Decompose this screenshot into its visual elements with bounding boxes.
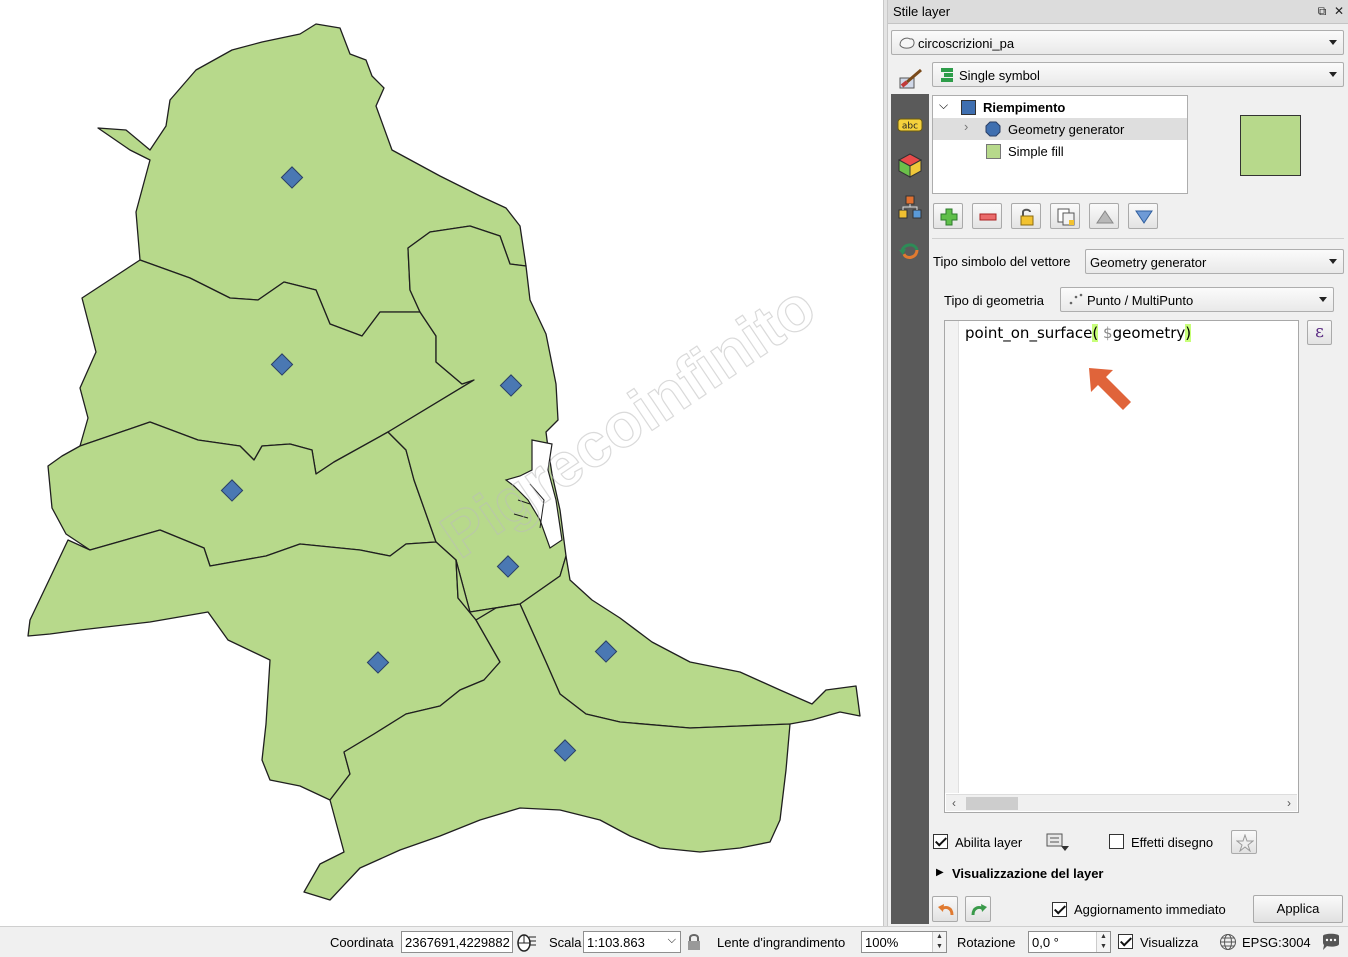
expression-builder-button[interactable]: ε: [1307, 320, 1332, 345]
live-update-checkbox[interactable]: [1052, 902, 1067, 917]
scroll-left-icon[interactable]: ‹: [952, 796, 956, 810]
layer-select[interactable]: circoscrizioni_pa: [891, 30, 1344, 55]
mouse-coordinate-toggle-icon[interactable]: [515, 933, 537, 953]
float-icon[interactable]: ⧉: [1314, 3, 1330, 19]
fill-symbol-icon: [961, 100, 976, 115]
tree-item-fill[interactable]: ⌵ Riempimento: [933, 96, 1187, 118]
move-up-button[interactable]: [1089, 203, 1119, 229]
simple-fill-icon: [986, 144, 1001, 159]
remove-symbol-layer-button[interactable]: [972, 203, 1002, 229]
divider: [932, 238, 1344, 239]
diagram-icon[interactable]: [897, 194, 923, 220]
polygon-layer-icon: [899, 37, 915, 49]
labels-abc-icon[interactable]: abc: [897, 112, 923, 138]
undo-button[interactable]: [932, 896, 958, 922]
magnifier-field[interactable]: 100% ▲ ▼: [861, 931, 947, 953]
draw-effects-checkbox[interactable]: [1109, 834, 1124, 849]
scale-label: Scala: [549, 935, 582, 950]
crs-label[interactable]: EPSG:3004: [1242, 935, 1311, 950]
rotation-field[interactable]: 0,0 ° ▲ ▼: [1028, 931, 1111, 953]
render-checkbox[interactable]: [1118, 934, 1133, 949]
annotation-arrow-icon: [1089, 368, 1131, 410]
layer-rendering-section[interactable]: Visualizzazione del layer: [952, 866, 1104, 881]
map-render: Pigrecoinfinito: [27, 23, 861, 901]
history-icon[interactable]: [897, 238, 923, 264]
render-label: Visualizza: [1140, 935, 1199, 950]
panel-titlebar: Stile layer ⧉ ✕: [888, 0, 1348, 24]
symbol-preview: [1240, 115, 1301, 176]
scroll-right-icon[interactable]: ›: [1287, 796, 1291, 810]
layer-styling-panel: Stile layer ⧉ ✕ circoscrizioni_pa abc Si…: [888, 0, 1348, 926]
lock-scale-icon[interactable]: [686, 933, 702, 951]
effects-button[interactable]: [1231, 830, 1257, 854]
plus-icon: [940, 208, 958, 226]
geometry-type-select[interactable]: Punto / MultiPunto: [1060, 287, 1334, 312]
lock-icon: [1020, 208, 1034, 226]
chevron-down-icon: [1319, 297, 1327, 302]
coordinate-field[interactable]: 2367691,4229882: [401, 931, 513, 953]
magnifier-label: Lente d'ingrandimento: [717, 935, 846, 950]
expression-code[interactable]: point_on_surface( $geometry): [965, 324, 1192, 342]
geometry-type-label: Tipo di geometria: [944, 293, 1044, 308]
data-defined-override-icon[interactable]: [1044, 831, 1070, 853]
3d-cube-icon[interactable]: [897, 152, 923, 178]
chevron-down-icon: [1329, 40, 1337, 45]
rotation-label: Rotazione: [957, 935, 1016, 950]
tree-item-geometry-generator[interactable]: › Geometry generator: [933, 118, 1187, 140]
add-symbol-layer-button[interactable]: [933, 203, 963, 229]
chevron-right-icon[interactable]: ›: [964, 119, 968, 134]
symbol-layer-tree: ⌵ Riempimento › Geometry generator Simpl…: [932, 95, 1188, 194]
star-icon: [1236, 834, 1254, 852]
svg-text:abc: abc: [902, 122, 918, 132]
chevron-down-icon[interactable]: ⌵: [939, 98, 948, 113]
lock-color-button[interactable]: [1011, 203, 1041, 229]
expression-variable: $: [1103, 324, 1113, 342]
globe-icon[interactable]: [1219, 933, 1237, 951]
octagon-marker-icon: [985, 121, 1001, 137]
spinner-arrows[interactable]: ▲ ▼: [932, 932, 946, 952]
panel-title: Stile layer: [893, 4, 951, 19]
symbol-type-select[interactable]: Geometry generator: [1085, 249, 1344, 274]
editor-gutter: [945, 321, 959, 793]
duplicate-layer-button[interactable]: [1050, 203, 1080, 229]
live-update-label: Aggiornamento immediato: [1074, 902, 1226, 917]
symbol-type-label: Tipo simbolo del vettore: [933, 254, 1071, 269]
status-bar: Coordinata 2367691,4229882 Scala 1:103.8…: [0, 926, 1348, 957]
spinner-arrows[interactable]: ▲ ▼: [1096, 932, 1110, 952]
messages-icon[interactable]: [1321, 932, 1341, 952]
enable-layer-label: Abilita layer: [955, 835, 1023, 850]
chevron-down-icon: [1329, 72, 1337, 77]
redo-button[interactable]: [965, 896, 991, 922]
panel-vertical-toolbar: abc: [891, 68, 929, 924]
points-icon: [1069, 293, 1083, 305]
undo-icon: [938, 904, 954, 916]
redo-icon: [971, 904, 987, 916]
minus-icon: [979, 213, 997, 221]
duplicate-icon: [1057, 208, 1075, 226]
scroll-thumb[interactable]: [966, 797, 1018, 810]
move-down-button[interactable]: [1128, 203, 1158, 229]
renderer-select[interactable]: Single symbol: [932, 62, 1344, 87]
close-icon[interactable]: ✕: [1331, 3, 1347, 19]
expand-arrow-icon[interactable]: ▶: [936, 867, 944, 878]
horizontal-scrollbar[interactable]: ‹ ›: [946, 794, 1297, 811]
tree-item-simple-fill[interactable]: Simple fill: [933, 140, 1187, 162]
draw-effects-label: Effetti disegno: [1131, 835, 1214, 850]
scale-field[interactable]: 1:103.863 ⌵: [583, 931, 681, 953]
arrow-up-icon: [1096, 210, 1114, 224]
chevron-down-icon[interactable]: ⌵: [668, 934, 676, 947]
apply-button[interactable]: Applica: [1253, 895, 1343, 923]
enable-layer-checkbox[interactable]: [933, 834, 948, 849]
paintbrush-icon[interactable]: [897, 66, 923, 92]
chevron-down-icon: [1329, 259, 1337, 264]
expression-var-name: geometry: [1112, 324, 1186, 342]
single-symbol-icon: [941, 68, 953, 82]
coordinate-label: Coordinata: [330, 935, 394, 950]
map-canvas[interactable]: Pigrecoinfinito: [0, 0, 884, 926]
arrow-down-icon: [1135, 210, 1153, 224]
